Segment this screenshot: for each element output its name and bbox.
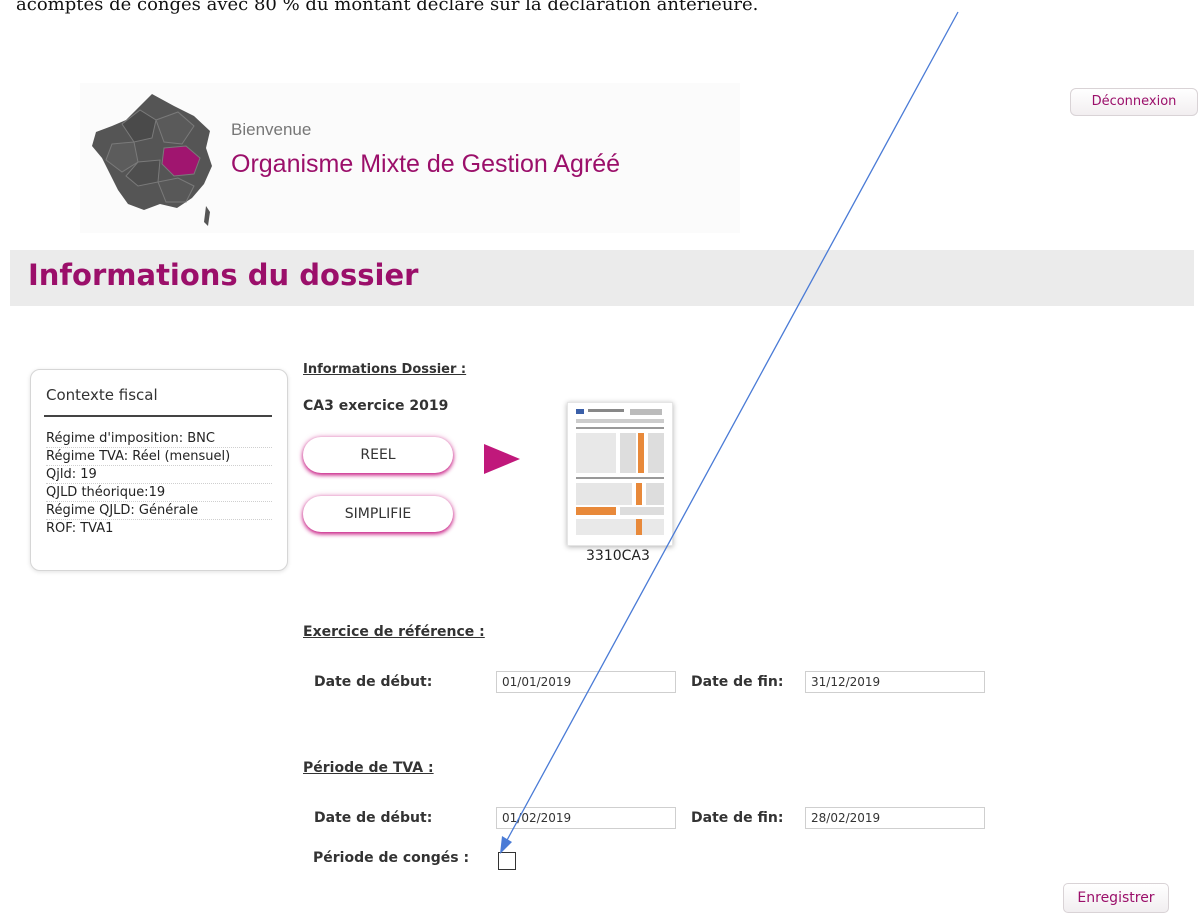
form-name-label: 3310CA3 xyxy=(586,548,650,564)
exercise-start-label: Date de début: xyxy=(314,674,433,690)
simplifie-button[interactable]: SIMPLIFIE xyxy=(303,496,453,532)
france-map-icon xyxy=(92,94,212,226)
organization-name: Organisme Mixte de Gestion Agréé xyxy=(231,150,621,178)
leave-period-checkbox[interactable] xyxy=(498,852,516,870)
fiscal-context-divider xyxy=(44,415,272,417)
fiscal-context-line: Régime d'imposition: BNC xyxy=(46,430,272,448)
vat-period-heading: Période de TVA : xyxy=(303,760,434,776)
fiscal-context-line: Régime TVA: Réel (mensuel) xyxy=(46,448,272,466)
document-text-line: acomptes de congés avec 80 % du montant … xyxy=(16,0,759,15)
vat-start-date-input[interactable] xyxy=(496,807,676,829)
right-arrow-icon xyxy=(484,444,520,474)
leave-period-label: Période de congés : xyxy=(313,850,470,866)
fiscal-context-line: Régime QJLD: Générale xyxy=(46,502,272,520)
tax-form-preview-icon xyxy=(576,409,664,535)
vat-end-label: Date de fin: xyxy=(691,810,784,826)
logout-button[interactable]: Déconnexion xyxy=(1070,88,1198,116)
exercise-end-date-input[interactable] xyxy=(805,671,985,693)
fiscal-context-title: Contexte fiscal xyxy=(46,386,158,404)
fiscal-context-line: Qjld: 19 xyxy=(46,466,272,484)
exercise-end-label: Date de fin: xyxy=(691,674,784,690)
reel-button[interactable]: REEL xyxy=(303,437,453,473)
exercise-start-date-input[interactable] xyxy=(496,671,676,693)
fiscal-context-line: QJLD théorique:19 xyxy=(46,484,272,502)
save-button[interactable]: Enregistrer xyxy=(1063,883,1169,913)
dossier-subheading: Informations Dossier : xyxy=(303,362,467,377)
page-title: Informations du dossier xyxy=(28,258,419,292)
fiscal-context-line: ROF: TVA1 xyxy=(46,521,114,536)
welcome-text: Bienvenue xyxy=(231,120,312,139)
ca3-exercise-label: CA3 exercice 2019 xyxy=(303,398,449,414)
exercise-reference-heading: Exercice de référence : xyxy=(303,624,485,640)
vat-start-label: Date de début: xyxy=(314,810,433,826)
vat-end-date-input[interactable] xyxy=(805,807,985,829)
form-thumbnail[interactable] xyxy=(567,402,673,546)
